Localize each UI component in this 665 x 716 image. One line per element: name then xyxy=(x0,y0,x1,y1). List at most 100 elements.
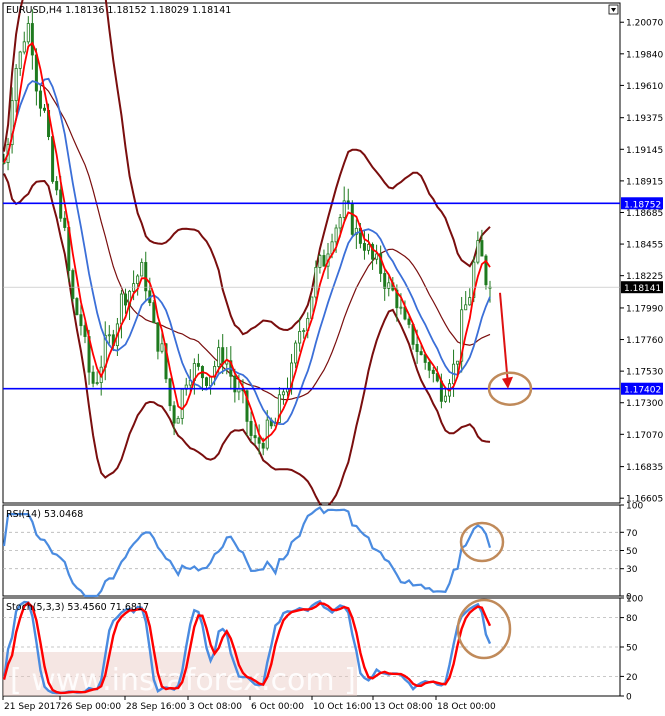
candle-body xyxy=(51,136,55,182)
candle-body xyxy=(456,360,460,365)
candle-body xyxy=(119,293,123,325)
price-panel-frame xyxy=(2,2,621,504)
candle-body xyxy=(55,181,59,191)
candle-body xyxy=(43,107,47,111)
price-tick-label: 1.18455 xyxy=(626,241,663,251)
price-tick-label: 1.19610 xyxy=(626,82,663,92)
price-tick-label: 1.17990 xyxy=(626,304,663,314)
candle-body xyxy=(314,267,318,298)
candle-body xyxy=(294,342,298,364)
stoch-header: Stoch(5,3,3) 53.4560 71.6817 xyxy=(6,602,149,613)
candle-body xyxy=(480,240,484,257)
price-tick-label: 1.18685 xyxy=(626,209,663,219)
candle-body xyxy=(34,54,38,92)
candle-body xyxy=(221,347,225,365)
candle-body xyxy=(443,395,447,402)
rsi-panel[interactable]: 1000705030 RSI(14) 53.0468 xyxy=(2,502,643,603)
time-tick-label: 10 Oct 16:00 xyxy=(313,702,372,712)
candle-body xyxy=(318,255,322,268)
candle-body xyxy=(261,442,265,449)
chart-window: 1.187521.17402 1.181411.200701.198401.19… xyxy=(2,0,664,712)
candle-body xyxy=(350,203,354,235)
stoch-tick-label: 0 xyxy=(626,693,632,703)
candle-body xyxy=(233,375,237,393)
candle-body xyxy=(160,343,164,352)
candle-body xyxy=(464,304,468,311)
time-tick-label: 13 Oct 08:00 xyxy=(374,702,433,712)
candle-body xyxy=(257,437,261,444)
time-tick-label: 28 Sep 16:00 xyxy=(126,702,186,712)
candle-body xyxy=(383,273,387,289)
stoch-panel[interactable]: [ www.instaforex.com ] 1000805020 Stoch(… xyxy=(2,595,643,703)
time-tick-label: 6 Oct 00:00 xyxy=(251,702,304,712)
candle-body xyxy=(298,331,302,344)
price-tick-label: 1.19375 xyxy=(626,114,663,124)
candle-body xyxy=(399,306,403,309)
candle-body xyxy=(419,351,423,356)
candle-body xyxy=(107,334,111,337)
candle-body xyxy=(136,275,140,285)
candle-body xyxy=(249,420,253,436)
candle-body xyxy=(75,298,79,316)
rsi-tick-label: 100 xyxy=(626,502,643,512)
candle-body xyxy=(338,217,342,229)
candle-body xyxy=(59,189,63,219)
candle-body xyxy=(83,325,87,337)
price-tick-label: 1.17760 xyxy=(626,336,663,346)
time-tick-label: 21 Sep 2017 xyxy=(4,702,61,712)
candle-body xyxy=(362,243,366,251)
candle-body xyxy=(427,362,431,371)
candle-body xyxy=(38,90,42,109)
candle-body xyxy=(415,344,419,352)
candle-body xyxy=(431,369,435,374)
stoch-tick-label: 100 xyxy=(626,595,643,605)
candle-body xyxy=(302,330,306,332)
candle-body xyxy=(22,41,26,53)
rsi-tick-label: 30 xyxy=(626,565,638,575)
rsi-axis: 1000705030 xyxy=(620,502,643,603)
stoch-tick-label: 80 xyxy=(626,614,638,624)
time-tick-label: 3 Oct 08:00 xyxy=(189,702,242,712)
stoch-tick-label: 20 xyxy=(626,673,638,683)
candle-body xyxy=(334,227,338,243)
price-tick-label: 1.17530 xyxy=(626,368,663,378)
candle-body xyxy=(468,297,472,306)
time-axis: 21 Sep 2017 26 Sep 00:00 28 Sep 16:00 3 Oct… xyxy=(2,696,496,712)
candle-body xyxy=(91,371,95,384)
candle-body xyxy=(387,282,391,289)
candle-body xyxy=(30,23,34,56)
stoch-axis: 100 0 80 50 20 xyxy=(620,595,643,703)
candle-body xyxy=(168,378,172,407)
candle-body xyxy=(476,240,480,263)
price-header: EURUSD,H4 1.18136 1.18152 1.18029 1.1814… xyxy=(6,5,231,16)
candle-body xyxy=(71,270,75,299)
price-tick-label: 1.19145 xyxy=(626,146,663,156)
candle-body xyxy=(152,302,156,324)
price-tick-label: 1.17300 xyxy=(626,399,663,409)
candle-body xyxy=(253,435,257,439)
candle-body xyxy=(172,405,176,424)
candle-body xyxy=(156,322,160,352)
price-tick-label: 1.19840 xyxy=(626,50,663,60)
candle-body xyxy=(204,377,208,386)
price-tick-label: 1.18915 xyxy=(626,177,663,187)
current-price-label: 1.18141 xyxy=(624,284,661,294)
price-tick-label: 1.18225 xyxy=(626,272,663,282)
rsi-tick-label: 50 xyxy=(626,547,638,557)
candle-body xyxy=(14,67,18,102)
rsi-header: RSI(14) 53.0468 xyxy=(6,509,83,520)
candle-body xyxy=(26,23,30,43)
candle-body xyxy=(217,347,221,367)
candle-body xyxy=(281,391,285,396)
candle-body xyxy=(63,217,67,228)
stoch-tick-label: 50 xyxy=(626,644,638,654)
candle-body xyxy=(95,382,99,384)
candle-body xyxy=(144,262,148,292)
candle-body xyxy=(18,51,22,69)
candle-body xyxy=(124,293,128,306)
candle-body xyxy=(176,418,180,424)
candle-body xyxy=(322,255,326,267)
rsi-tick-label: 70 xyxy=(626,529,638,539)
candle-body xyxy=(407,318,411,325)
price-panel[interactable]: 1.187521.17402 1.181411.200701.198401.19… xyxy=(2,0,664,508)
